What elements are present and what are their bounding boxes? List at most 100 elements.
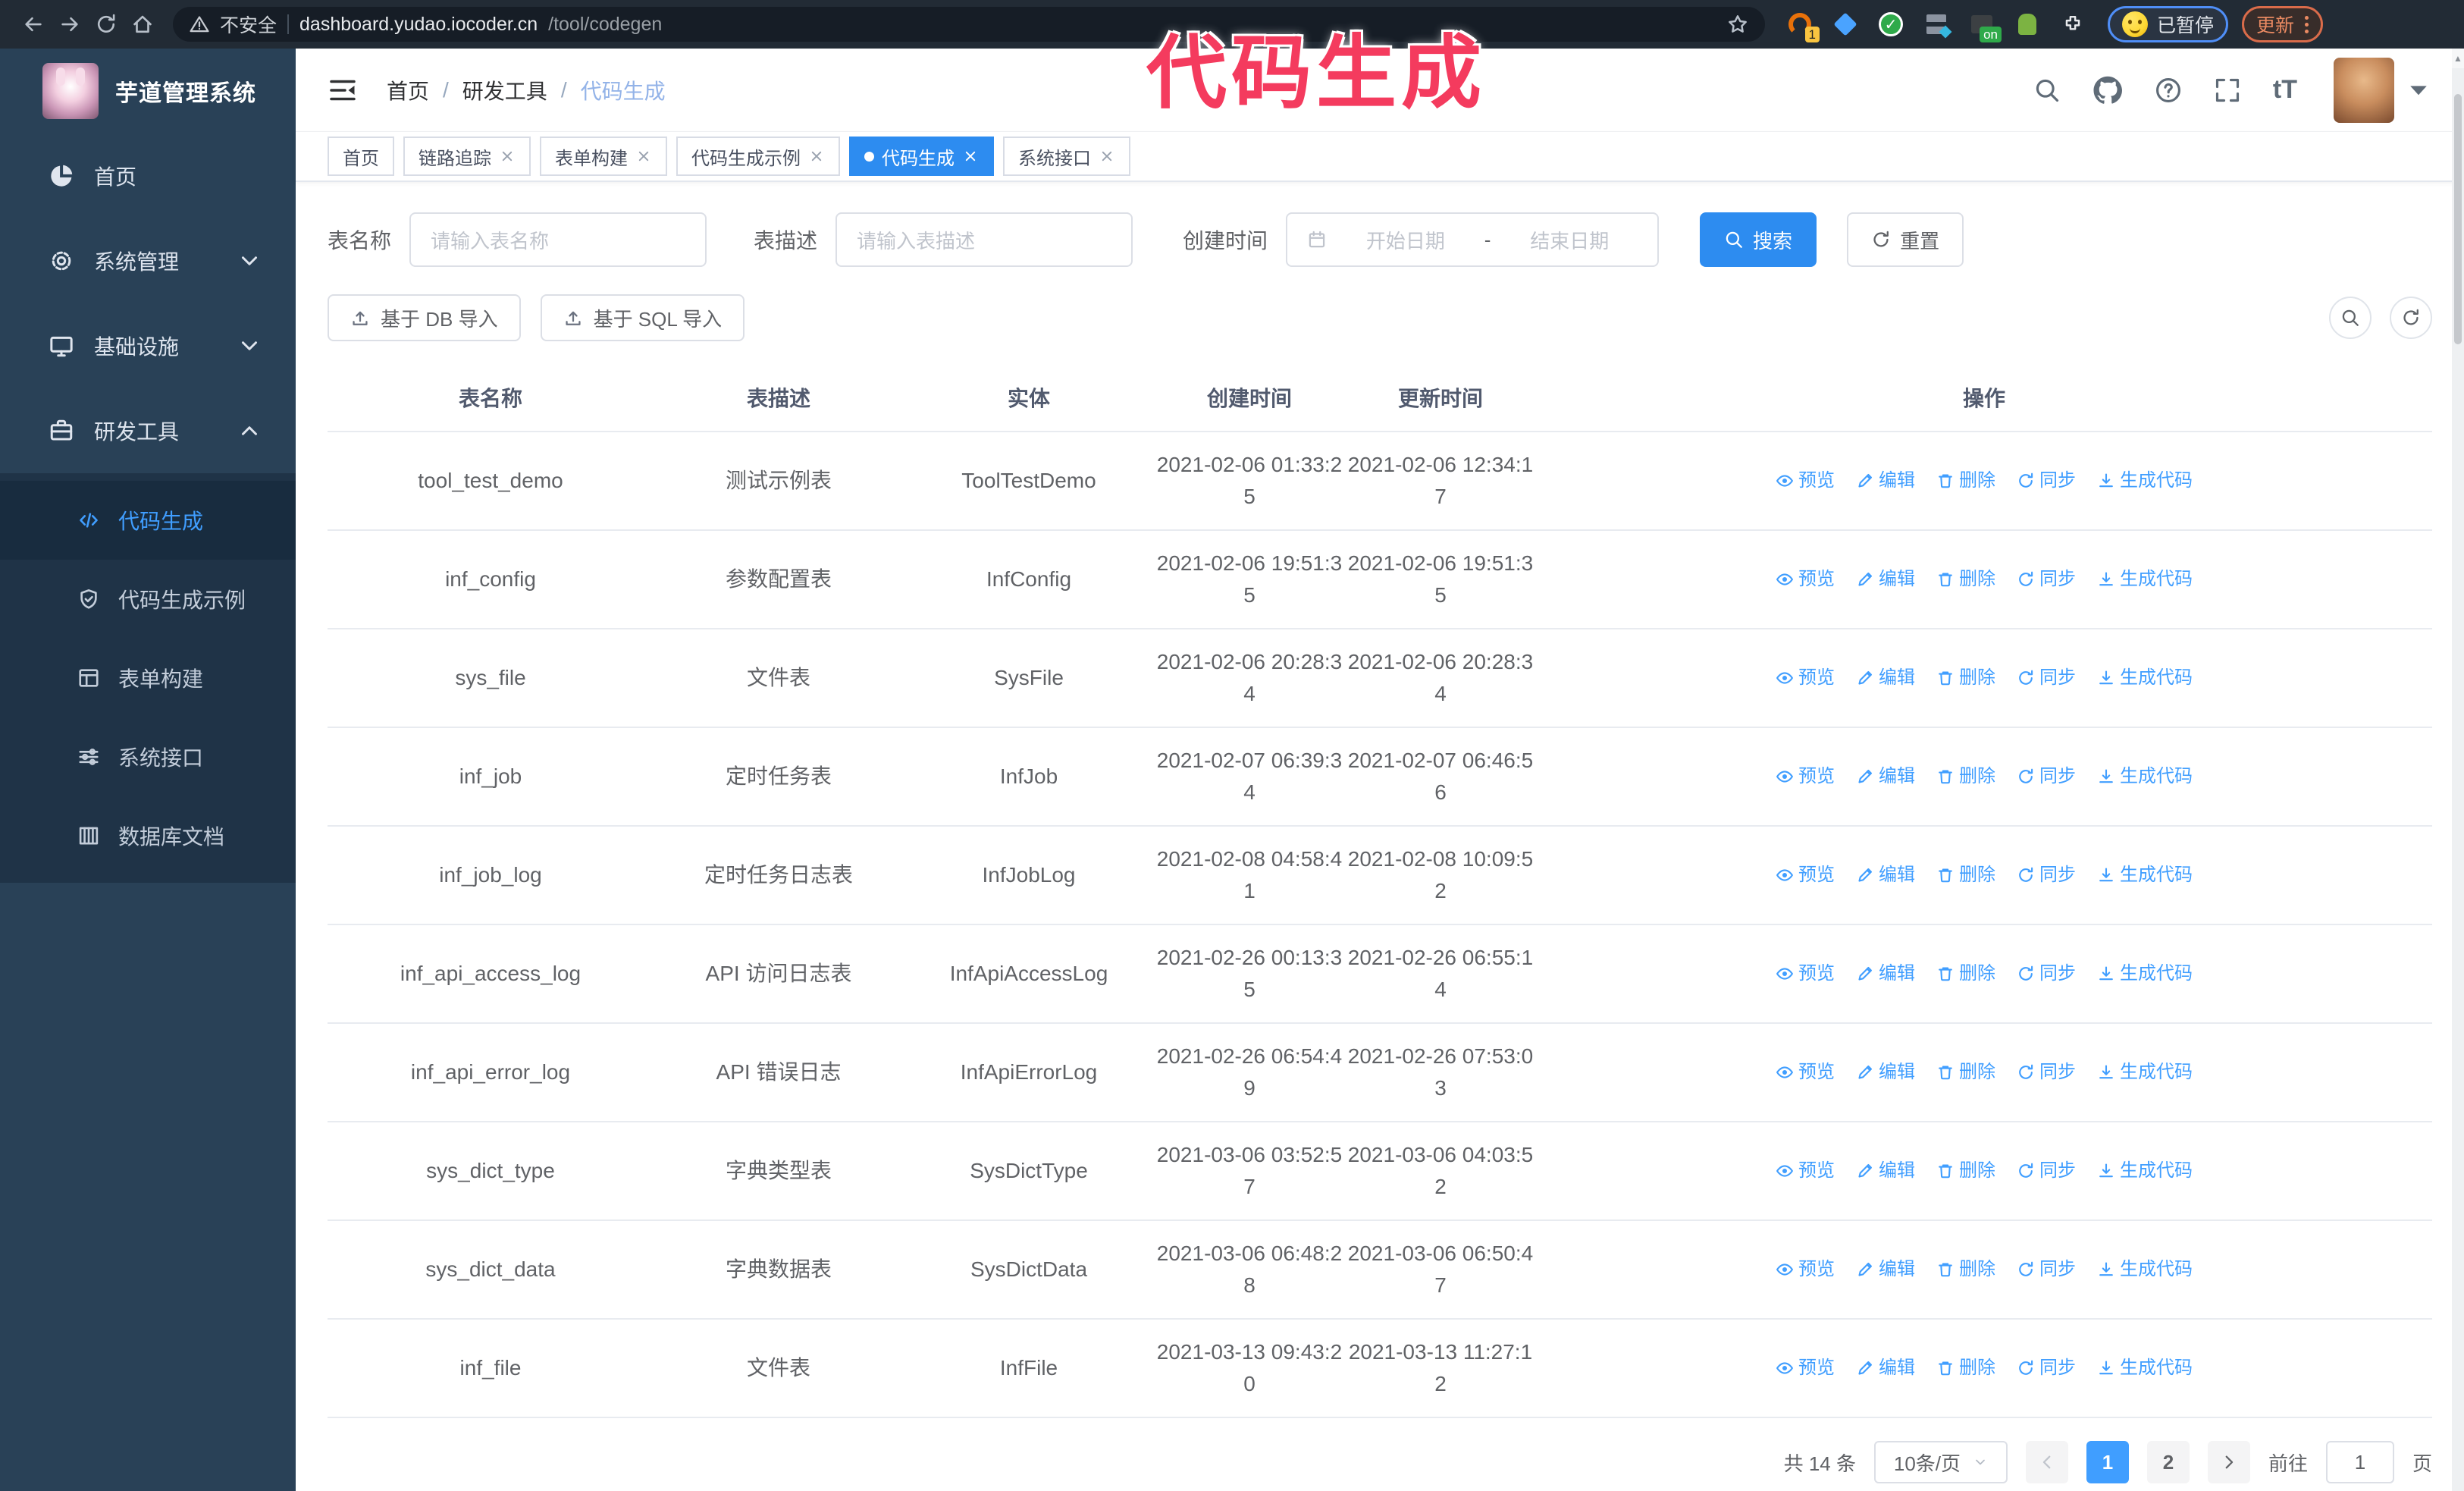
action-delete-link[interactable]: 删除 (1936, 566, 1995, 593)
extension-icon[interactable] (2014, 11, 2041, 38)
extension-icon[interactable]: ✓ (1877, 11, 1904, 38)
breadcrumb-home[interactable]: 首页 (387, 75, 429, 105)
user-menu[interactable] (2334, 57, 2432, 123)
action-delete-link[interactable]: 删除 (1936, 1157, 1995, 1185)
action-edit-link[interactable]: 编辑 (1856, 1354, 1915, 1382)
action-sync-link[interactable]: 同步 (2017, 1059, 2076, 1086)
action-eye-link[interactable]: 预览 (1776, 566, 1835, 593)
import-sql-button[interactable]: 基于 SQL 导入 (540, 294, 745, 341)
page-button-2[interactable]: 2 (2146, 1441, 2190, 1483)
next-page-button[interactable] (2207, 1441, 2250, 1483)
sidebar-item-system-api[interactable]: 系统接口 (0, 717, 296, 796)
help-icon[interactable] (2155, 77, 2182, 104)
action-delete-link[interactable]: 删除 (1936, 1059, 1995, 1086)
action-sync-link[interactable]: 同步 (2017, 862, 2076, 889)
action-edit-link[interactable]: 编辑 (1856, 566, 1915, 593)
extension-icon[interactable] (1832, 11, 1859, 38)
action-edit-link[interactable]: 编辑 (1856, 1157, 1915, 1185)
action-edit-link[interactable]: 编辑 (1856, 1059, 1915, 1086)
action-download-link[interactable]: 生成代码 (2097, 566, 2193, 593)
action-download-link[interactable]: 生成代码 (2097, 467, 2193, 494)
tab-home[interactable]: 首页 (328, 137, 394, 176)
scrollbar-thumb[interactable] (2454, 94, 2462, 344)
fullscreen-icon[interactable] (2214, 77, 2241, 104)
search-icon[interactable] (2033, 77, 2061, 104)
browser-menu-dots-icon[interactable] (2305, 15, 2309, 33)
action-eye-link[interactable]: 预览 (1776, 467, 1835, 494)
sidebar-item-codegen[interactable]: 代码生成 (0, 481, 296, 560)
browser-back-icon[interactable] (15, 6, 52, 42)
font-size-icon[interactable]: tT (2273, 75, 2297, 105)
action-download-link[interactable]: 生成代码 (2097, 763, 2193, 790)
action-sync-link[interactable]: 同步 (2017, 960, 2076, 987)
action-eye-link[interactable]: 预览 (1776, 763, 1835, 790)
sidebar-item-form-builder[interactable]: 表单构建 (0, 639, 296, 717)
action-sync-link[interactable]: 同步 (2017, 1157, 2076, 1185)
action-download-link[interactable]: 生成代码 (2097, 862, 2193, 889)
action-sync-link[interactable]: 同步 (2017, 1354, 2076, 1382)
action-sync-link[interactable]: 同步 (2017, 566, 2076, 593)
avatar[interactable] (2334, 57, 2394, 123)
action-edit-link[interactable]: 编辑 (1856, 467, 1915, 494)
table-name-input[interactable]: 请输入表名称 (409, 212, 707, 267)
extension-icon[interactable] (1923, 11, 1952, 39)
browser-reload-icon[interactable] (88, 6, 124, 42)
action-sync-link[interactable]: 同步 (2017, 664, 2076, 692)
extension-icon[interactable]: 1 (1786, 11, 1820, 42)
action-sync-link[interactable]: 同步 (2017, 467, 2076, 494)
table-desc-input[interactable]: 请输入表描述 (835, 212, 1133, 267)
action-edit-link[interactable]: 编辑 (1856, 960, 1915, 987)
tab-codegen[interactable]: 代码生成 (849, 137, 994, 176)
sidebar-item-codegen-demo[interactable]: 代码生成示例 (0, 560, 296, 639)
action-download-link[interactable]: 生成代码 (2097, 1354, 2193, 1382)
import-db-button[interactable]: 基于 DB 导入 (328, 294, 521, 341)
tab-close-icon[interactable] (808, 148, 825, 165)
tab-close-icon[interactable] (499, 148, 516, 165)
action-delete-link[interactable]: 删除 (1936, 467, 1995, 494)
action-delete-link[interactable]: 删除 (1936, 664, 1995, 692)
profile-paused-pill[interactable]: 已暂停 (2108, 6, 2229, 42)
action-edit-link[interactable]: 编辑 (1856, 763, 1915, 790)
search-button[interactable]: 搜索 (1700, 212, 1817, 267)
action-delete-link[interactable]: 删除 (1936, 1256, 1995, 1283)
action-eye-link[interactable]: 预览 (1776, 1354, 1835, 1382)
tab-system-api[interactable]: 系统接口 (1003, 137, 1130, 176)
action-edit-link[interactable]: 编辑 (1856, 1256, 1915, 1283)
action-download-link[interactable]: 生成代码 (2097, 664, 2193, 692)
tab-codegen-demo[interactable]: 代码生成示例 (676, 137, 840, 176)
goto-page-input[interactable]: 1 (2325, 1441, 2394, 1483)
action-eye-link[interactable]: 预览 (1776, 1157, 1835, 1185)
action-eye-link[interactable]: 预览 (1776, 862, 1835, 889)
app-logo-row[interactable]: 芋道管理系统 (0, 49, 296, 133)
reset-button[interactable]: 重置 (1847, 212, 1964, 267)
action-sync-link[interactable]: 同步 (2017, 763, 2076, 790)
bookmark-star-icon[interactable] (1727, 14, 1748, 35)
scrollbar-up-arrow[interactable]: ▲ (2452, 49, 2464, 68)
browser-forward-icon[interactable] (52, 6, 88, 42)
action-sync-link[interactable]: 同步 (2017, 1256, 2076, 1283)
action-download-link[interactable]: 生成代码 (2097, 960, 2193, 987)
tab-form-builder[interactable]: 表单构建 (540, 137, 667, 176)
toggle-search-button[interactable] (2329, 297, 2372, 339)
action-download-link[interactable]: 生成代码 (2097, 1256, 2193, 1283)
tab-tracing[interactable]: 链路追踪 (403, 137, 531, 176)
action-delete-link[interactable]: 删除 (1936, 862, 1995, 889)
sidebar-item-system[interactable]: 系统管理 (0, 218, 296, 303)
action-delete-link[interactable]: 删除 (1936, 763, 1995, 790)
sidebar-item-infra[interactable]: 基础设施 (0, 303, 296, 388)
tab-close-icon[interactable] (635, 148, 652, 165)
action-download-link[interactable]: 生成代码 (2097, 1157, 2193, 1185)
action-eye-link[interactable]: 预览 (1776, 1059, 1835, 1086)
action-download-link[interactable]: 生成代码 (2097, 1059, 2193, 1086)
tab-close-icon[interactable] (962, 148, 979, 165)
action-edit-link[interactable]: 编辑 (1856, 664, 1915, 692)
address-bar[interactable]: 不安全 dashboard.yudao.iocoder.cn /tool/cod… (173, 7, 1765, 42)
sidebar-item-db-doc[interactable]: 数据库文档 (0, 796, 296, 875)
page-scrollbar[interactable]: ▲ (2452, 49, 2464, 1491)
action-edit-link[interactable]: 编辑 (1856, 862, 1915, 889)
breadcrumb-devtools[interactable]: 研发工具 (462, 75, 547, 105)
sidebar-item-devtools[interactable]: 研发工具 (0, 388, 296, 473)
extension-icon[interactable]: on (1968, 11, 2002, 42)
browser-home-icon[interactable] (124, 6, 161, 42)
page-size-select[interactable]: 10条/页 (1873, 1441, 2008, 1483)
